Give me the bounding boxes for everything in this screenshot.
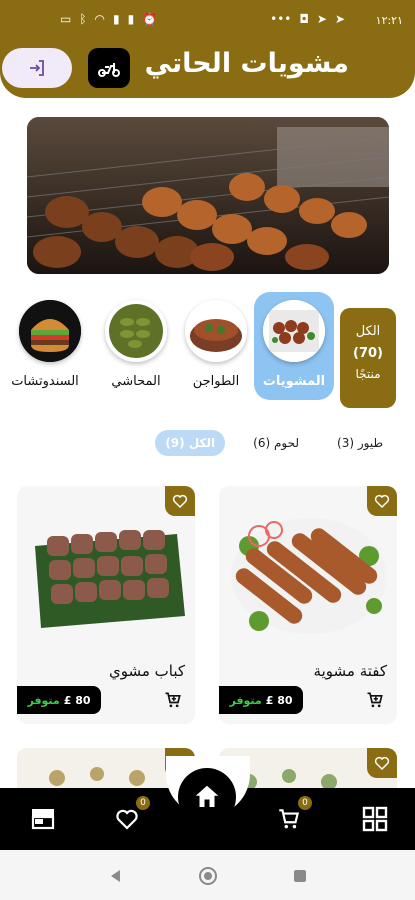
home-icon bbox=[195, 785, 219, 807]
favorite-button[interactable] bbox=[367, 748, 397, 778]
price-tag: 80 £ متوفر bbox=[17, 686, 101, 714]
availability-status: متوفر bbox=[229, 693, 262, 707]
app-header: مشويات الحاتي bbox=[0, 36, 415, 98]
home-system-button[interactable] bbox=[198, 866, 218, 890]
cart-badge: 0 bbox=[298, 796, 312, 810]
category-all-button[interactable]: الكل (70) منتجًا bbox=[340, 308, 396, 408]
subcategory-filters: الكل (9) لحوم (6) طيور (3) bbox=[155, 430, 393, 456]
wifi-icon: ◠ bbox=[94, 12, 106, 26]
category-label: الطواجن bbox=[192, 374, 240, 389]
add-to-cart-button[interactable] bbox=[163, 690, 183, 714]
category-grills[interactable]: المشويات bbox=[254, 292, 334, 400]
heart-icon bbox=[374, 494, 390, 509]
login-icon bbox=[30, 60, 44, 76]
product-card[interactable]: كباب مشوي 80 £ متوفر bbox=[17, 486, 195, 724]
filter-meat[interactable]: لحوم (6) bbox=[243, 430, 309, 456]
login-button[interactable] bbox=[2, 48, 72, 88]
heart-icon bbox=[374, 756, 390, 771]
add-to-cart-icon bbox=[367, 692, 383, 708]
restaurant-title: مشويات الحاتي bbox=[144, 48, 349, 79]
stuffed-thumbnail bbox=[105, 300, 167, 362]
category-tagines[interactable]: الطواجن bbox=[176, 292, 256, 400]
favorite-button[interactable] bbox=[367, 486, 397, 516]
alarm-icon: ⏰ bbox=[142, 12, 158, 26]
grilled-skewers-photo bbox=[27, 117, 389, 274]
system-navigation-bar bbox=[0, 850, 415, 900]
tagines-thumbnail bbox=[185, 300, 247, 362]
delivery-button[interactable] bbox=[88, 48, 130, 88]
nav-categories-button[interactable] bbox=[358, 802, 392, 836]
category-all-unit: منتجًا bbox=[355, 367, 381, 381]
add-to-cart-button[interactable] bbox=[365, 690, 385, 714]
camera-icon: ◘ bbox=[299, 12, 309, 26]
send-icon: ➤ bbox=[316, 12, 327, 26]
nav-cart-button[interactable]: 0 bbox=[272, 796, 312, 836]
product-card[interactable]: كفتة مشوية 80 £ متوفر bbox=[219, 486, 397, 724]
category-label: السندوتشات bbox=[11, 374, 79, 389]
price-tag: 80 £ متوفر bbox=[219, 686, 303, 714]
back-button[interactable] bbox=[108, 868, 124, 888]
send-icon: ➤ bbox=[334, 12, 345, 26]
category-all-count: (70) bbox=[353, 346, 383, 361]
back-icon bbox=[111, 870, 120, 882]
recents-button[interactable] bbox=[292, 868, 308, 888]
cart-icon bbox=[279, 809, 300, 829]
signal-icon: ▮ bbox=[113, 12, 120, 26]
category-label: المشويات bbox=[262, 374, 326, 389]
category-label: المحاشي bbox=[111, 374, 161, 389]
more-dots-icon: ••• bbox=[270, 12, 292, 26]
product-price: 80 £ bbox=[63, 693, 91, 707]
product-price: 80 £ bbox=[265, 693, 293, 707]
heart-icon bbox=[172, 494, 188, 509]
grills-thumbnail bbox=[263, 300, 325, 362]
bluetooth-icon: ᛒ bbox=[79, 12, 87, 26]
status-time: ١٢:٢١ bbox=[375, 14, 403, 27]
battery-icon: ▭ bbox=[60, 12, 72, 26]
nav-store-button[interactable] bbox=[26, 802, 60, 836]
category-stuffed[interactable]: المحاشي bbox=[96, 292, 176, 400]
nav-favorites-button[interactable]: 0 bbox=[110, 796, 150, 836]
add-to-cart-icon bbox=[165, 692, 181, 708]
heart-icon bbox=[116, 809, 138, 830]
filter-all[interactable]: الكل (9) bbox=[155, 430, 226, 456]
circle-home-icon bbox=[199, 867, 217, 885]
scooter-icon bbox=[98, 63, 120, 77]
filter-poultry[interactable]: طيور (3) bbox=[327, 430, 393, 456]
category-sandwiches[interactable]: السندوتشات bbox=[11, 292, 88, 400]
favorites-badge: 0 bbox=[136, 796, 150, 810]
kebab-image bbox=[35, 530, 185, 628]
sandwiches-thumbnail bbox=[19, 300, 81, 362]
signal-icon: ▮ bbox=[127, 12, 135, 26]
status-left-icons: ▭ ᛒ ◠ ▮ ▮ ⏰ bbox=[60, 12, 157, 26]
availability-status: متوفر bbox=[27, 693, 60, 707]
store-icon bbox=[31, 809, 55, 830]
category-all-label: الكل bbox=[355, 324, 381, 339]
kofta-image bbox=[231, 518, 387, 634]
status-notification-icons: ••• ◘ ➤ ➤ bbox=[270, 12, 345, 26]
product-name: كباب مشوي bbox=[108, 662, 185, 680]
grid-icon bbox=[362, 806, 388, 832]
recents-icon bbox=[294, 870, 306, 882]
nav-home-button[interactable] bbox=[178, 768, 236, 826]
product-name: كفتة مشوية bbox=[313, 662, 387, 680]
favorite-button[interactable] bbox=[165, 486, 195, 516]
hero-banner-image bbox=[27, 117, 389, 274]
